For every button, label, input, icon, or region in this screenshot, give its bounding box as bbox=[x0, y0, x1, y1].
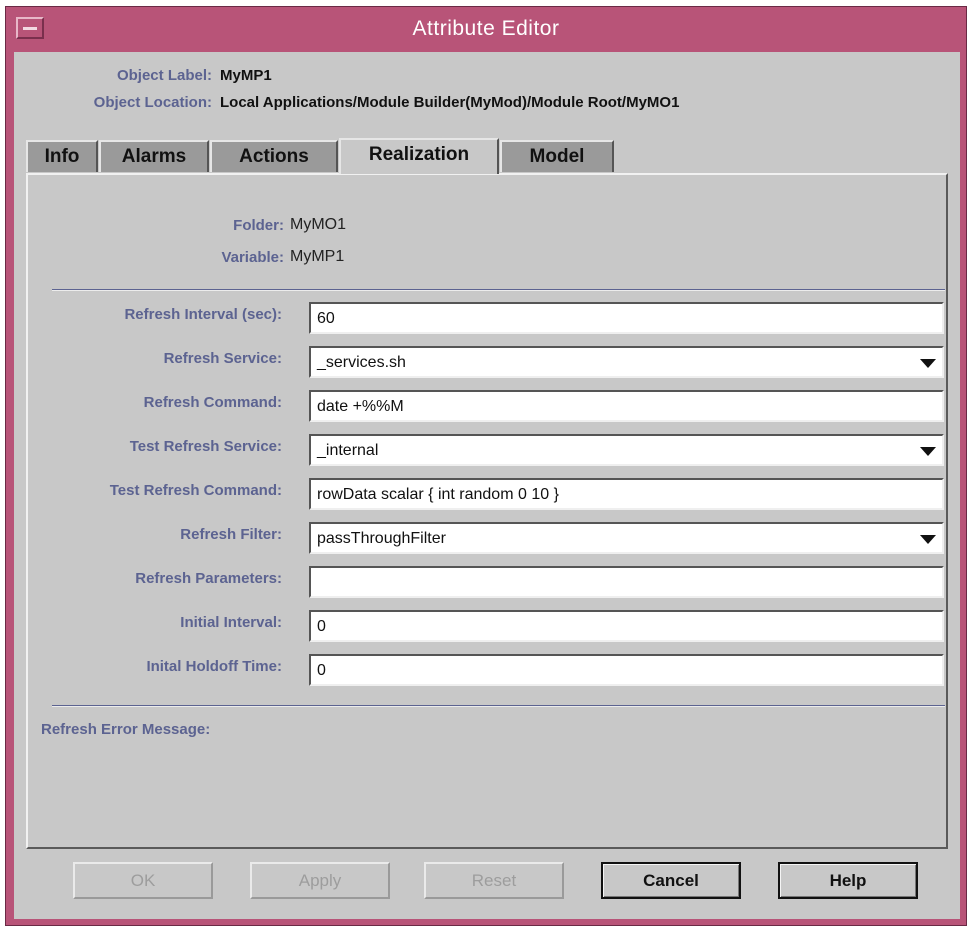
attribute-editor-window: Attribute Editor Object Label: MyMP1 Obje… bbox=[5, 6, 967, 926]
test-refresh-service-label: Test Refresh Service: bbox=[129, 438, 282, 455]
reset-button[interactable]: Reset bbox=[424, 862, 564, 899]
tab-actions[interactable]: Actions bbox=[210, 140, 338, 172]
separator-bottom-highlight bbox=[52, 706, 945, 707]
refresh-filter-select[interactable]: passThroughFilter bbox=[309, 522, 944, 554]
refresh-command-label: Refresh Command: bbox=[143, 394, 282, 411]
apply-button[interactable]: Apply bbox=[250, 862, 390, 899]
refresh-service-value: _services.sh bbox=[317, 354, 406, 371]
help-button[interactable]: Help bbox=[778, 862, 918, 899]
dropdown-arrow-icon[interactable] bbox=[920, 447, 936, 456]
test-refresh-service-value: _internal bbox=[317, 442, 379, 459]
refresh-service-label: Refresh Service: bbox=[163, 350, 282, 367]
dropdown-arrow-icon[interactable] bbox=[920, 535, 936, 544]
cancel-button[interactable]: Cancel bbox=[601, 862, 741, 899]
object-location-caption: Object Location: bbox=[93, 94, 212, 111]
separator-top-highlight bbox=[52, 290, 945, 291]
refresh-error-message-label: Refresh Error Message: bbox=[41, 721, 211, 738]
object-label-row: Object Label: MyMP1 bbox=[14, 67, 272, 84]
refresh-parameters-input[interactable] bbox=[309, 566, 944, 598]
test-refresh-command-input[interactable]: rowData scalar { int random 0 10 } bbox=[309, 478, 944, 510]
variable-value: MyMP1 bbox=[290, 248, 345, 265]
tab-info[interactable]: Info bbox=[26, 140, 98, 172]
object-location-row: Object Location: Local Applications/Modul… bbox=[14, 94, 680, 111]
variable-caption: Variable: bbox=[221, 249, 284, 266]
ok-button[interactable]: OK bbox=[73, 862, 213, 899]
object-location-value: Local Applications/Module Builder(MyMod)… bbox=[220, 94, 680, 111]
refresh-interval-label: Refresh Interval (sec): bbox=[124, 306, 282, 323]
test-refresh-command-label: Test Refresh Command: bbox=[109, 482, 282, 499]
tab-model[interactable]: Model bbox=[500, 140, 614, 172]
window-title: Attribute Editor bbox=[412, 17, 560, 40]
refresh-interval-input[interactable]: 60 bbox=[309, 302, 944, 334]
folder-value: MyMO1 bbox=[290, 216, 346, 233]
realization-panel: Folder: MyMO1 Variable: MyMP1 Refresh In… bbox=[26, 173, 948, 849]
test-refresh-service-select[interactable]: _internal bbox=[309, 434, 944, 466]
initial-holdoff-label: Inital Holdoff Time: bbox=[146, 658, 282, 675]
tab-alarms[interactable]: Alarms bbox=[99, 140, 209, 172]
object-label-caption: Object Label: bbox=[116, 67, 212, 84]
initial-holdoff-input[interactable]: 0 bbox=[309, 654, 944, 686]
refresh-parameters-label: Refresh Parameters: bbox=[135, 570, 282, 587]
refresh-command-input[interactable]: date +%%M bbox=[309, 390, 944, 422]
refresh-service-select[interactable]: _services.sh bbox=[309, 346, 944, 378]
initial-interval-label: Initial Interval: bbox=[180, 614, 282, 631]
dropdown-arrow-icon[interactable] bbox=[920, 359, 936, 368]
refresh-filter-label: Refresh Filter: bbox=[180, 526, 282, 543]
initial-interval-input[interactable]: 0 bbox=[309, 610, 944, 642]
object-label-value: MyMP1 bbox=[220, 67, 272, 84]
title-bar[interactable]: Attribute Editor bbox=[6, 7, 966, 49]
dialog-body: Object Label: MyMP1 Object Location: Local… bbox=[14, 52, 960, 919]
folder-caption: Folder: bbox=[233, 217, 284, 234]
refresh-filter-value: passThroughFilter bbox=[317, 530, 446, 547]
tab-realization[interactable]: Realization bbox=[339, 138, 499, 174]
